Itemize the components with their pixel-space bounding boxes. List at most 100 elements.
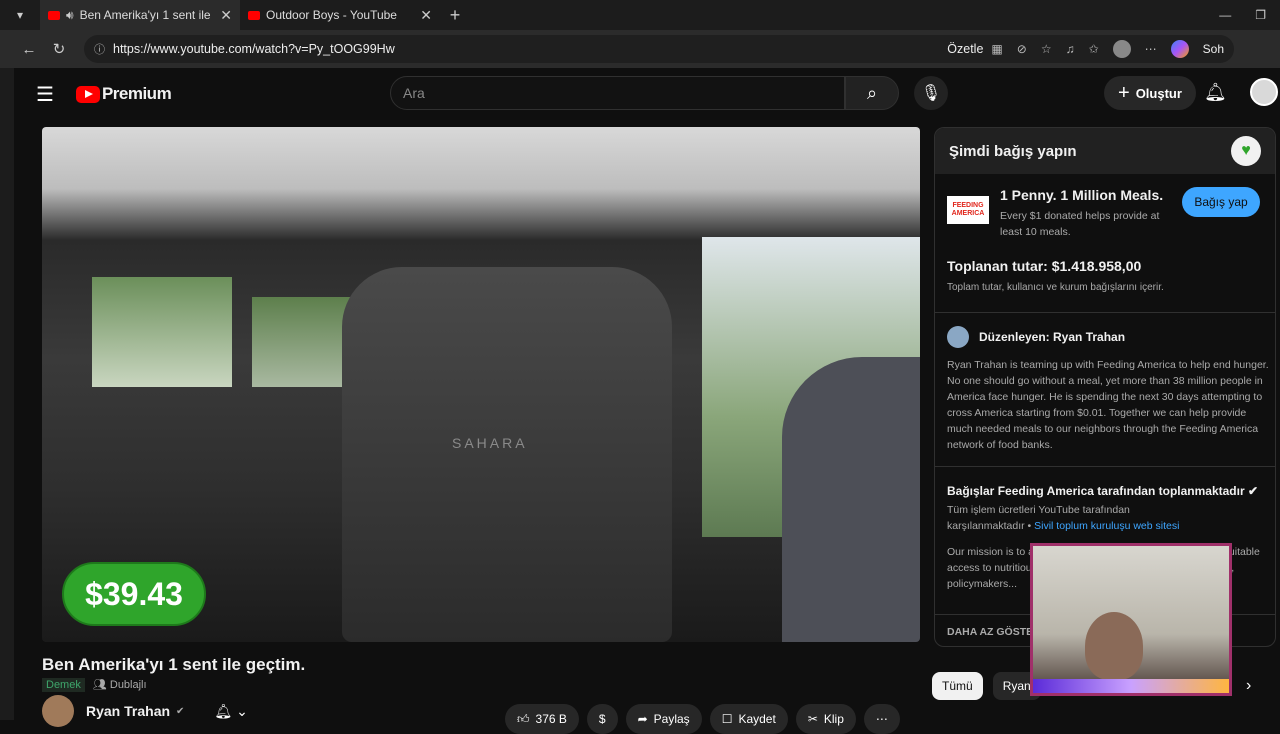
video-tags: Demek 👥︎ Dublajlı bbox=[42, 678, 147, 692]
donation-heading: Şimdi bağış yapın bbox=[949, 142, 1077, 160]
divider bbox=[935, 466, 1275, 467]
heart-donate-icon[interactable]: ♥ bbox=[1231, 136, 1261, 166]
chevron-right-icon[interactable]: › bbox=[1246, 677, 1251, 695]
channel-avatar[interactable] bbox=[42, 695, 74, 727]
video-actions: 👍︎ 376 B $ ➦ Paylaş ☐ Kaydet ✂ Klip ⋯ bbox=[505, 704, 900, 734]
dubbed-icon: 👥︎ bbox=[92, 679, 110, 691]
tab-outdoor-boys[interactable]: Outdoor Boys - YouTube ✕ bbox=[240, 0, 440, 30]
clip-button[interactable]: ✂ Klip bbox=[795, 704, 856, 734]
youtube-play-icon bbox=[75, 85, 100, 103]
organizer-avatar bbox=[947, 326, 969, 348]
search-input[interactable]: Ara bbox=[390, 76, 845, 110]
notification-bell-icon[interactable]: 🔔︎ ⌄ bbox=[214, 703, 247, 720]
save-icon: ☐ bbox=[721, 712, 733, 726]
address-bar-row: ← ↻ ⓘ https://www.youtube.com/watch?v=Py… bbox=[0, 30, 1280, 68]
tag-demek[interactable]: Demek bbox=[42, 678, 85, 692]
minimize-icon[interactable]: — bbox=[1219, 8, 1231, 22]
refresh-icon[interactable]: ↻ bbox=[44, 40, 74, 58]
thanks-button[interactable]: $ bbox=[586, 704, 618, 734]
like-count: 376 B bbox=[535, 712, 567, 726]
voice-search-button[interactable]: 🎙︎ bbox=[914, 76, 948, 110]
create-button[interactable]: + Oluştur bbox=[1104, 76, 1196, 110]
microphone-icon: 🎙︎ bbox=[920, 85, 942, 102]
close-tab-icon[interactable]: ✕ bbox=[220, 7, 232, 24]
url-text: https://www.youtube.com/watch?v=Py_tOOG9… bbox=[113, 42, 395, 56]
chip-all[interactable]: Tümü bbox=[932, 672, 983, 700]
browser-tab-strip: ▾ 🔊︎ Ben Amerika'yı 1 sent ile geçtim ✕ … bbox=[0, 0, 1280, 30]
video-title: Ben Amerika'yı 1 sent ile geçtim. bbox=[42, 655, 306, 674]
youtube-logo[interactable]: Premium bbox=[75, 84, 172, 104]
close-tab-icon[interactable]: ✕ bbox=[420, 7, 432, 24]
site-info-icon[interactable]: ⓘ bbox=[94, 41, 105, 57]
price-overlay-badge: $39.43 bbox=[62, 562, 206, 626]
like-button[interactable]: 👍︎ 376 B bbox=[505, 704, 579, 734]
collector-subtitle: Tüm işlem ücretleri YouTube tarafından k… bbox=[947, 502, 1197, 534]
left-window-edge bbox=[0, 68, 14, 720]
copilot-label[interactable]: Soh bbox=[1203, 42, 1224, 56]
video-frame-seat bbox=[342, 267, 672, 642]
youtube-favicon-icon bbox=[48, 10, 60, 20]
video-frame-person bbox=[782, 357, 920, 642]
share-icon: ➦ bbox=[637, 712, 648, 726]
window-controls: — ❐ bbox=[1219, 8, 1280, 22]
verified-icon: ✔ bbox=[1247, 484, 1259, 498]
favorites-icon[interactable]: ✩ bbox=[1089, 42, 1099, 56]
back-icon[interactable]: ← bbox=[14, 41, 44, 58]
campaign-description: Ryan Trahan is teaming up with Feeding A… bbox=[947, 359, 1269, 451]
more-icon[interactable]: ⋯ bbox=[1145, 42, 1157, 56]
webcam-overlay bbox=[1030, 543, 1232, 696]
create-label: Oluştur bbox=[1135, 85, 1182, 101]
search-button[interactable]: ⌕ bbox=[845, 76, 899, 110]
speaker-icon[interactable]: 🔊︎ bbox=[66, 8, 74, 23]
more-actions-button[interactable]: ⋯ bbox=[863, 704, 900, 734]
verified-icon: ✔ bbox=[176, 705, 185, 717]
profile-avatar[interactable] bbox=[1112, 40, 1131, 58]
scissors-icon: ✂ bbox=[807, 712, 818, 726]
maximize-icon[interactable]: ❐ bbox=[1255, 8, 1266, 22]
donate-button[interactable]: Bağış yap bbox=[1182, 187, 1260, 217]
nonprofit-website-link[interactable]: Sivil toplum kuruluşu web sitesi bbox=[1034, 520, 1179, 532]
raised-note: Toplam tutar, kullanıcı ve kurum bağışla… bbox=[947, 282, 1164, 293]
tag-dubbed-label: Dublajlı bbox=[109, 679, 147, 691]
tag-dubbed: 👥︎ Dublajlı bbox=[93, 678, 147, 692]
seat-text: SAHARA bbox=[452, 435, 528, 451]
search-placeholder: Ara bbox=[403, 85, 425, 101]
feeding-america-logo: FEEDING AMERICA bbox=[947, 196, 989, 224]
summarize-button[interactable]: Özetle bbox=[947, 42, 983, 56]
notifications-bell-icon[interactable]: 🔔︎ bbox=[1204, 82, 1227, 103]
collector-title-text: Bağışlar Feeding America tarafından topl… bbox=[947, 484, 1245, 498]
save-button[interactable]: ☐ Kaydet bbox=[709, 704, 788, 734]
tab-active[interactable]: 🔊︎ Ben Amerika'yı 1 sent ile geçtim ✕ bbox=[40, 0, 240, 30]
youtube-header: ☰ Premium Ara ⌕ 🎙︎ + Oluştur 🔔︎ bbox=[14, 68, 1280, 120]
organizer-name: Düzenleyen: Ryan Trahan bbox=[979, 330, 1126, 344]
copilot-icon[interactable] bbox=[1170, 40, 1189, 58]
url-field[interactable]: ⓘ https://www.youtube.com/watch?v=Py_tOO… bbox=[84, 35, 1234, 63]
new-tab-button[interactable]: + bbox=[440, 5, 470, 26]
thanks-icon: $ bbox=[598, 712, 606, 726]
webcam-person bbox=[1085, 612, 1143, 680]
divider bbox=[935, 312, 1275, 313]
clip-label: Klip bbox=[823, 712, 844, 726]
share-button[interactable]: ➦ Paylaş bbox=[625, 704, 702, 734]
apps-icon[interactable]: ▦ bbox=[991, 42, 1002, 56]
share-label: Paylaş bbox=[653, 712, 690, 726]
logo-text: Premium bbox=[101, 84, 172, 103]
channel-name[interactable]: Ryan Trahan bbox=[86, 703, 170, 719]
show-less-button[interactable]: DAHA AZ GÖSTER bbox=[947, 626, 1041, 638]
tab-title: Outdoor Boys - YouTube bbox=[266, 8, 397, 22]
campaign-subtitle: Every $1 donated helps provide at least … bbox=[1000, 210, 1160, 238]
raised-amount: Toplanan tutar: $1.418.958,00 bbox=[947, 258, 1142, 274]
user-avatar[interactable] bbox=[1250, 78, 1278, 106]
tab-list-dropdown-icon[interactable]: ▾ bbox=[0, 0, 40, 30]
extensions-icon[interactable]: ♫ bbox=[1066, 42, 1075, 56]
thumbs-up-icon: 👍︎ bbox=[517, 711, 530, 726]
campaign-title: 1 Penny. 1 Million Meals. bbox=[1000, 187, 1164, 203]
organizer-row: Düzenleyen: Ryan Trahan bbox=[947, 326, 1125, 348]
toolbar-icons: ▦ ⊘ ☆ ♫ ✩ ⋯ Soh bbox=[991, 40, 1224, 58]
plus-icon: + bbox=[1118, 81, 1130, 104]
favorite-star-icon[interactable]: ☆ bbox=[1041, 42, 1052, 56]
menu-icon[interactable]: ☰ bbox=[36, 82, 54, 107]
tracking-icon[interactable]: ⊘ bbox=[1017, 42, 1027, 56]
youtube-favicon-icon bbox=[248, 10, 260, 20]
webcam-frame-bar bbox=[1033, 679, 1229, 693]
